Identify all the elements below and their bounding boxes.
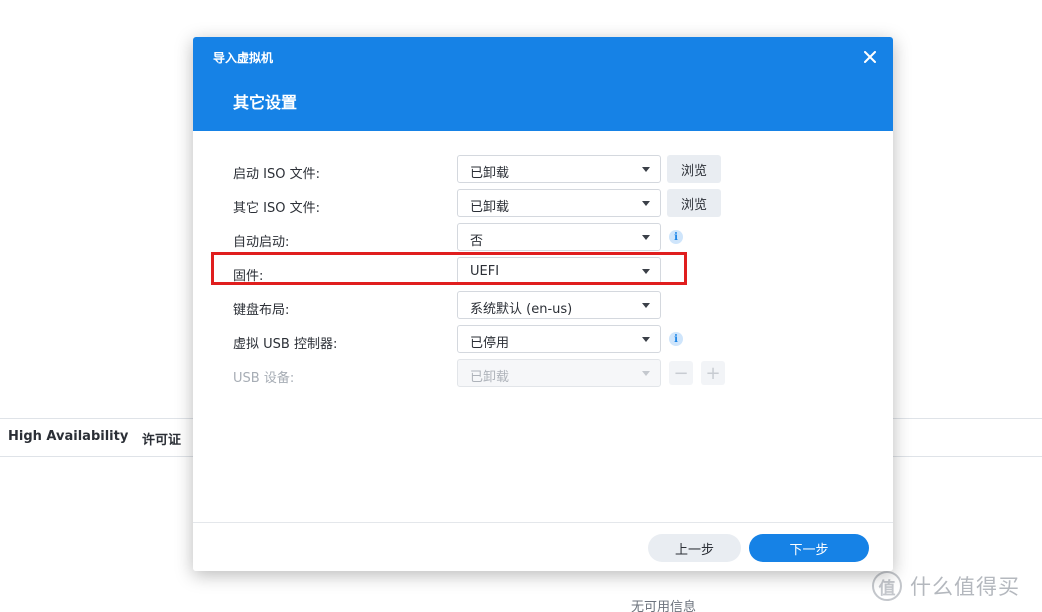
chevron-down-icon bbox=[642, 235, 650, 240]
keyboard-layout-label: 键盘布局: bbox=[233, 303, 290, 318]
row-other-iso: 其它 ISO 文件: 已卸载 浏览 bbox=[193, 189, 893, 223]
close-button[interactable] bbox=[859, 46, 881, 68]
chevron-down-icon bbox=[642, 269, 650, 274]
usb-controller-label: 虚拟 USB 控制器: bbox=[233, 337, 338, 352]
usb-device-label: USB 设备: bbox=[233, 371, 295, 386]
firmware-label: 固件: bbox=[233, 269, 264, 284]
autostart-select[interactable]: 否 bbox=[457, 223, 661, 251]
other-iso-browse-button[interactable]: 浏览 bbox=[667, 189, 721, 217]
boot-iso-browse-button[interactable]: 浏览 bbox=[667, 155, 721, 183]
row-firmware: 固件: UEFI bbox=[193, 257, 893, 291]
watermark-logo-icon: 值 bbox=[872, 571, 902, 601]
boot-iso-select[interactable]: 已卸载 bbox=[457, 155, 661, 183]
remove-usb-button: − bbox=[669, 361, 693, 385]
boot-iso-value: 已卸载 bbox=[470, 166, 510, 181]
import-vm-dialog: 导入虚拟机 其它设置 启动 ISO 文件: 已卸载 浏览 其它 ISO 文件: … bbox=[193, 37, 893, 571]
tab-high-availability[interactable]: High Availability bbox=[8, 429, 128, 444]
other-iso-value: 已卸载 bbox=[470, 200, 510, 215]
info-icon[interactable]: i bbox=[669, 230, 683, 244]
dialog-header: 导入虚拟机 其它设置 bbox=[193, 37, 893, 131]
row-usb-controller: 虚拟 USB 控制器: 已停用 i bbox=[193, 325, 893, 359]
close-icon bbox=[864, 51, 876, 63]
firmware-select[interactable]: UEFI bbox=[457, 257, 661, 285]
row-keyboard-layout: 键盘布局: 系统默认 (en-us) bbox=[193, 291, 893, 325]
next-button[interactable]: 下一步 bbox=[749, 534, 869, 562]
dialog-title: 导入虚拟机 bbox=[213, 51, 274, 65]
watermark-text: 什么值得买 bbox=[910, 575, 1020, 599]
add-usb-button: + bbox=[701, 361, 725, 385]
row-boot-iso: 启动 ISO 文件: 已卸载 浏览 bbox=[193, 155, 893, 189]
tab-license[interactable]: 许可证 bbox=[142, 429, 181, 448]
firmware-value: UEFI bbox=[470, 264, 500, 279]
usb-device-value: 已卸载 bbox=[470, 370, 510, 385]
autostart-value: 否 bbox=[470, 234, 484, 249]
usb-controller-select[interactable]: 已停用 bbox=[457, 325, 661, 353]
usb-device-select: 已卸载 bbox=[457, 359, 661, 387]
row-usb-device: USB 设备: 已卸载 − + bbox=[193, 359, 893, 393]
chevron-down-icon bbox=[642, 337, 650, 342]
row-autostart: 自动启动: 否 i bbox=[193, 223, 893, 257]
chevron-down-icon bbox=[642, 371, 650, 376]
boot-iso-label: 启动 ISO 文件: bbox=[233, 167, 320, 182]
keyboard-layout-select[interactable]: 系统默认 (en-us) bbox=[457, 291, 661, 319]
keyboard-layout-value: 系统默认 (en-us) bbox=[470, 302, 573, 317]
usb-controller-value: 已停用 bbox=[470, 336, 510, 351]
step-title: 其它设置 bbox=[233, 93, 298, 112]
empty-state-text: 无可用信息 bbox=[631, 600, 697, 612]
chevron-down-icon bbox=[642, 201, 650, 206]
autostart-label: 自动启动: bbox=[233, 235, 290, 250]
dialog-footer: 上一步 下一步 bbox=[193, 522, 893, 571]
watermark: 值 什么值得买 bbox=[872, 568, 1020, 604]
info-icon[interactable]: i bbox=[669, 332, 683, 346]
chevron-down-icon bbox=[642, 167, 650, 172]
other-iso-label: 其它 ISO 文件: bbox=[233, 201, 320, 216]
previous-button[interactable]: 上一步 bbox=[648, 534, 741, 562]
settings-form: 启动 ISO 文件: 已卸载 浏览 其它 ISO 文件: 已卸载 浏览 自动启动… bbox=[193, 155, 893, 393]
chevron-down-icon bbox=[642, 303, 650, 308]
other-iso-select[interactable]: 已卸载 bbox=[457, 189, 661, 217]
